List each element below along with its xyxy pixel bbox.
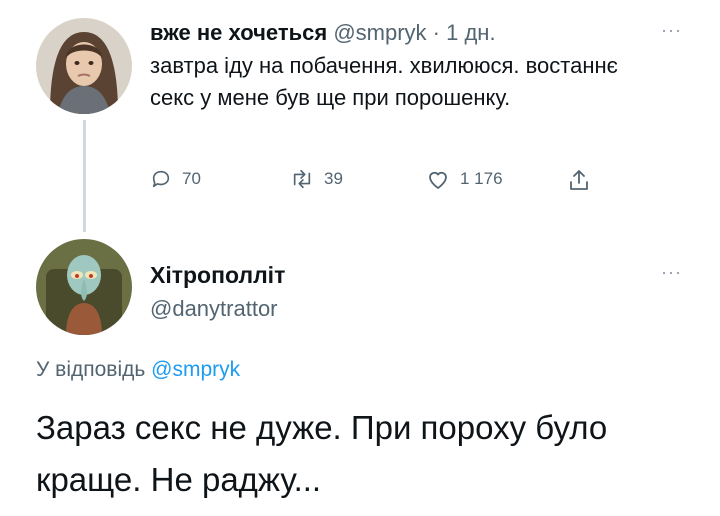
share-button[interactable] [568, 168, 590, 192]
author-name[interactable]: вже не хочеться [150, 20, 327, 45]
author-handle[interactable]: @smpryk [333, 20, 426, 45]
share-icon [568, 168, 590, 192]
comment-icon [150, 168, 172, 190]
retweet-button[interactable]: 39 [290, 168, 343, 190]
reply-count: 70 [182, 169, 201, 188]
retweet-count: 39 [324, 169, 343, 188]
retweet-icon [290, 168, 314, 190]
replying-to: У відповідь @smpryk [36, 358, 240, 382]
like-count: 1 176 [460, 169, 503, 188]
like-button[interactable]: 1 176 [426, 168, 503, 190]
reply-more-options-button[interactable]: ··· [661, 262, 682, 283]
reply-text: Зараз секс не дуже. При пороху було кращ… [36, 409, 608, 498]
tweet-text: завтра іду на побачення. хвилююся. воста… [150, 53, 618, 110]
reply-author-handle[interactable]: @danytrattor [150, 296, 278, 322]
replying-to-label: У відповідь [36, 358, 152, 381]
reply-button[interactable]: 70 [150, 168, 201, 190]
thread-line [83, 120, 86, 232]
author-avatar[interactable] [36, 18, 132, 114]
replying-to-mention[interactable]: @smpryk [151, 358, 240, 381]
reply-author-avatar[interactable] [36, 239, 132, 335]
tweet-actions: 70 39 1 176 [150, 168, 610, 198]
tweet-header: вже не хочеться @smpryk · 1 дн. [150, 20, 496, 46]
reply-author-name[interactable]: Хітрополліт [150, 262, 285, 289]
header-separator: · [426, 20, 447, 45]
more-options-button[interactable]: ··· [661, 20, 682, 41]
tweet-time[interactable]: 1 дн. [446, 20, 495, 45]
heart-icon [426, 168, 450, 190]
